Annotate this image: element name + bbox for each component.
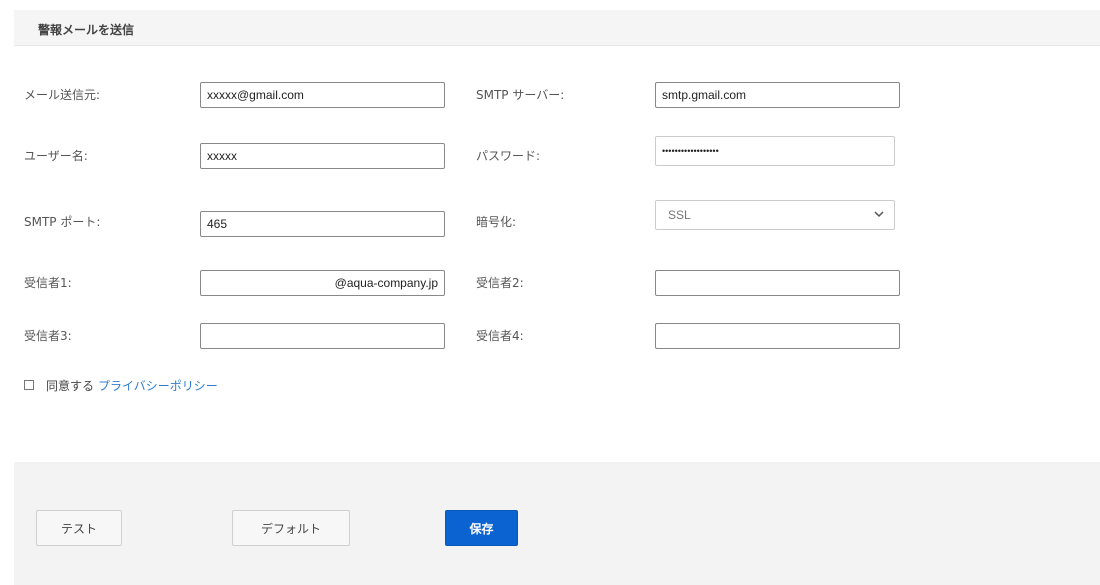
sender-label: メール送信元: — [24, 88, 101, 102]
consent-row: 同意する プライバシーポリシー — [24, 376, 218, 394]
default-button[interactable]: デフォルト — [232, 510, 350, 546]
password-label: パスワード: — [476, 149, 541, 163]
chevron-down-icon — [874, 211, 884, 218]
privacy-policy-link[interactable]: プライバシーポリシー — [98, 377, 218, 394]
recipient1-label: 受信者1: — [24, 276, 72, 290]
recipient1-input[interactable] — [200, 270, 445, 296]
section-title: 警報メールを送信 — [38, 23, 135, 37]
smtp-server-input[interactable] — [655, 82, 900, 108]
smtp-server-label: SMTP サーバー: — [476, 88, 565, 102]
username-input[interactable] — [200, 143, 445, 169]
section-header: 警報メールを送信 — [14, 10, 1100, 46]
sender-input[interactable] — [200, 82, 445, 108]
alert-email-settings-page: 警報メールを送信 メール送信元: SMTP サーバー: ユーザー名: パスワード… — [0, 0, 1100, 585]
recipient4-input[interactable] — [655, 323, 900, 349]
recipient4-label: 受信者4: — [476, 329, 524, 343]
save-button[interactable]: 保存 — [445, 510, 518, 546]
consent-checkbox[interactable] — [24, 380, 34, 390]
encryption-label: 暗号化: — [476, 215, 517, 229]
recipient3-input[interactable] — [200, 323, 445, 349]
encryption-select[interactable]: SSL — [655, 200, 895, 230]
recipient2-label: 受信者2: — [476, 276, 524, 290]
smtp-port-input[interactable] — [200, 211, 445, 237]
consent-text: 同意する — [46, 378, 95, 393]
test-button[interactable]: テスト — [36, 510, 122, 546]
recipient3-label: 受信者3: — [24, 329, 72, 343]
username-label: ユーザー名: — [24, 149, 88, 163]
recipient2-input[interactable] — [655, 270, 900, 296]
encryption-selected-value: SSL — [668, 208, 691, 222]
smtp-port-label: SMTP ポート: — [24, 215, 101, 229]
button-bar: テスト デフォルト 保存 — [14, 462, 1100, 585]
password-input[interactable] — [655, 136, 895, 166]
